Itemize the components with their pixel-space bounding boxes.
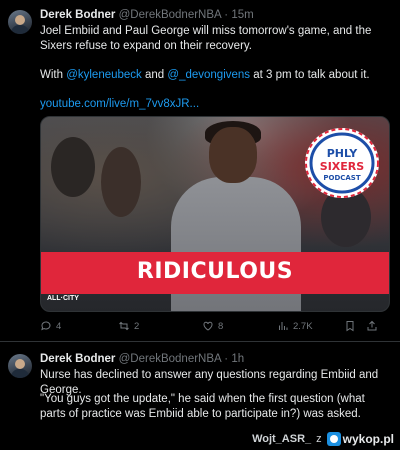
tweet[interactable]: Derek Bodner @DerekBodnerNBA · 1h Nurse … <box>0 342 400 430</box>
crowd-shape <box>101 147 141 217</box>
text-fragment: at 3 pm to talk about it. <box>250 69 370 81</box>
mention-link[interactable]: @_devongivens <box>167 69 250 81</box>
heart-icon <box>203 321 213 331</box>
repost-count: 2 <box>134 320 140 332</box>
reply-button[interactable]: 4 <box>40 318 61 334</box>
crowd-shape <box>51 137 95 197</box>
text-fragment: With <box>40 69 67 81</box>
like-button[interactable]: 8 <box>202 318 223 334</box>
author-handle[interactable]: @DerekBodnerNBA <box>119 353 221 365</box>
repost-button[interactable]: 2 <box>118 318 139 334</box>
avatar[interactable] <box>8 10 32 34</box>
bookmark-button[interactable] <box>344 318 356 334</box>
wykop-logo: wykop.pl <box>326 432 394 446</box>
separator: · <box>224 9 229 21</box>
tweet-text: "You guys got the update," he said when … <box>40 393 365 420</box>
wykop-icon <box>326 432 341 446</box>
phly-sixers-podcast-logo: PHLY SIXERS PODCAST <box>305 128 379 198</box>
tweet-text: Joel Embiid and Paul George will miss to… <box>40 25 372 52</box>
url-line: youtube.com/live/m_7vv8xJR... <box>40 97 388 112</box>
tweet-text-mentions: With @kyleneubeck and @_devongivens at 3… <box>40 68 388 83</box>
tweet-media-image[interactable]: PHLY SIXERS PODCAST RIDICULOUS ALL·CITY <box>40 116 390 312</box>
author-handle[interactable]: @DerekBodnerNBA <box>119 9 221 21</box>
banner-text: RIDICULOUS <box>136 259 294 284</box>
author-name[interactable]: Derek Bodner <box>40 353 115 365</box>
repost-icon <box>119 321 129 331</box>
like-count: 8 <box>218 320 224 332</box>
all-city-brand: ALL·CITY <box>47 295 79 302</box>
views-button[interactable]: 2.7K <box>277 318 313 334</box>
mention-link[interactable]: @kyleneubeck <box>66 69 142 81</box>
watermark-user: Wojt_ASR_ <box>252 433 312 445</box>
watermark-z: z <box>316 433 322 445</box>
tweet-header: Derek Bodner @DerekBodnerNBA · 1h <box>40 353 386 365</box>
tweet-header: Derek Bodner @DerekBodnerNBA · 15m <box>40 9 386 21</box>
views-count: 2.7K <box>293 320 313 332</box>
logo-line3: PODCAST <box>323 174 360 182</box>
tweet[interactable]: Derek Bodner @DerekBodnerNBA · 15m Joel … <box>0 0 400 342</box>
views-icon <box>279 322 288 330</box>
share-button[interactable] <box>366 318 378 334</box>
logo-line2: SIXERS <box>320 160 364 173</box>
logo-line1: PHLY <box>327 147 359 160</box>
avatar[interactable] <box>8 354 32 378</box>
reply-count: 4 <box>56 320 62 332</box>
share-icon <box>367 320 377 331</box>
youtube-link[interactable]: youtube.com/live/m_7vv8xJR... <box>40 98 199 110</box>
watermark-site: wykop.pl <box>342 432 394 446</box>
text-fragment: and <box>141 69 168 81</box>
bookmark-icon <box>346 321 354 332</box>
timestamp[interactable]: 1h <box>231 353 244 365</box>
separator: · <box>224 353 229 365</box>
player-head <box>209 127 257 183</box>
timestamp[interactable]: 15m <box>231 9 253 21</box>
reply-icon <box>41 321 51 331</box>
wykop-watermark: Wojt_ASR_ z wykop.pl <box>252 430 394 448</box>
tweet-actions: 4 2 8 2.7K <box>40 318 390 334</box>
author-name[interactable]: Derek Bodner <box>40 9 115 21</box>
